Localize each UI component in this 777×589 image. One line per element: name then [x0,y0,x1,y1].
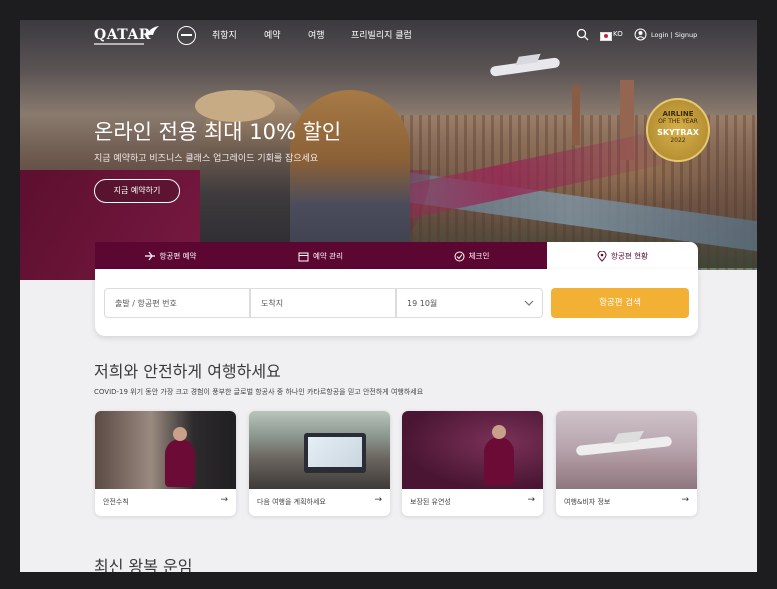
attendant-head [492,425,506,439]
calendar-icon [298,252,309,261]
book-now-button[interactable]: 지금 예약하기 [94,179,180,203]
oryx-icon [145,26,159,37]
card-image [249,411,390,489]
award-line1: AIRLINE [662,110,694,118]
search-flights-button[interactable]: 항공편 검색 [551,288,689,318]
card-plan-trip[interactable]: 다음 여행을 계획하세요 → [249,411,390,516]
award-year: 2022 [670,137,686,144]
oneworld-icon[interactable] [177,26,196,45]
browser-viewport: AIRLINE OF THE YEAR SKYTRAX 2022 QATAR 취… [20,20,757,572]
nav-item-privilege-club[interactable]: 프리빌리지 클럽 [351,28,412,41]
card-flexibility[interactable]: 보장된 유연성 → [402,411,543,516]
airplane-icon [144,251,155,261]
airplane-image [575,436,673,456]
chevron-down-icon [524,300,534,306]
attendant-image [484,437,514,485]
card-label: 안전수칙 [103,498,129,506]
date-value: 19 10월 [407,299,438,308]
card-image [95,411,236,489]
login-signup-link[interactable]: Login | Signup [651,31,697,39]
card-image [556,411,697,489]
section-title: 저희와 안전하게 여행하세요 [94,362,281,381]
origin-input[interactable]: 출발 / 항공편 번호 [104,288,250,318]
attendant-image [165,439,195,487]
card-label: 여행&비자 정보 [564,498,611,506]
search-icon[interactable] [576,28,589,41]
tab-label: 항공편 예약 [159,251,197,261]
card-label: 보장된 유연성 [410,498,451,506]
date-select[interactable]: 19 10월 [396,288,543,318]
arrow-right-icon: → [681,495,689,505]
hero-banner: AIRLINE OF THE YEAR SKYTRAX 2022 QATAR 취… [20,20,757,280]
booking-tabs: 항공편 예약 예약 관리 체크인 항공편 현황 [95,242,698,269]
tab-check-in[interactable]: 체크인 [396,242,547,269]
attendant-head [173,427,187,441]
check-circle-icon [454,251,465,261]
tab-label: 예약 관리 [313,251,343,261]
card-label: 다음 여행을 계획하세요 [257,498,326,506]
tower-image [572,85,580,145]
airplane-image [489,57,561,77]
arrow-right-icon: → [220,495,228,505]
tab-label: 항공편 현황 [611,251,648,261]
language-selector[interactable]: KO [613,30,623,38]
nav-item-booking[interactable]: 예약 [264,28,281,41]
hero-headline: 온라인 전용 최대 10% 할인 [94,120,342,144]
location-pin-icon [597,250,607,262]
korea-flag-icon[interactable] [600,32,612,41]
nav-item-travel[interactable]: 여행 [308,28,325,41]
hero-subline: 지금 예약하고 비즈니스 클래스 업그레이드 기회를 잡으세요 [94,154,319,164]
card-image [402,411,543,489]
arrow-right-icon: → [527,495,535,505]
tab-manage-booking[interactable]: 예약 관리 [245,242,396,269]
card-safety[interactable]: 안전수칙 → [95,411,236,516]
award-line2: OF THE YEAR [658,118,698,125]
tab-flight-status[interactable]: 항공편 현황 [547,242,698,269]
section-description: COVID-19 위기 동안 가장 크고 경험이 풍부한 글로벌 항공사 중 하… [94,388,424,396]
skytrax-award-badge: AIRLINE OF THE YEAR SKYTRAX 2022 [646,98,710,162]
arrow-right-icon: → [374,495,382,505]
card-travel-visa[interactable]: 여행&비자 정보 → [556,411,697,516]
logo-underline [94,43,144,45]
destination-input[interactable]: 도착지 [250,288,396,318]
top-navigation: QATAR 취항지 예약 여행 프리빌리지 클럽 KO Login | Sign… [20,20,757,56]
award-brand: SKYTRAX [657,128,699,137]
tab-label: 체크인 [468,251,490,261]
booking-panel: 출발 / 항공편 번호 도착지 19 10월 항공편 검색 [95,269,698,336]
laptop-image [304,433,366,473]
tab-book-flight[interactable]: 항공편 예약 [95,242,245,269]
user-icon[interactable] [634,28,647,41]
nav-item-destinations[interactable]: 취항지 [212,28,237,41]
fares-section-title: 최신 왕복 운임 [94,557,193,572]
